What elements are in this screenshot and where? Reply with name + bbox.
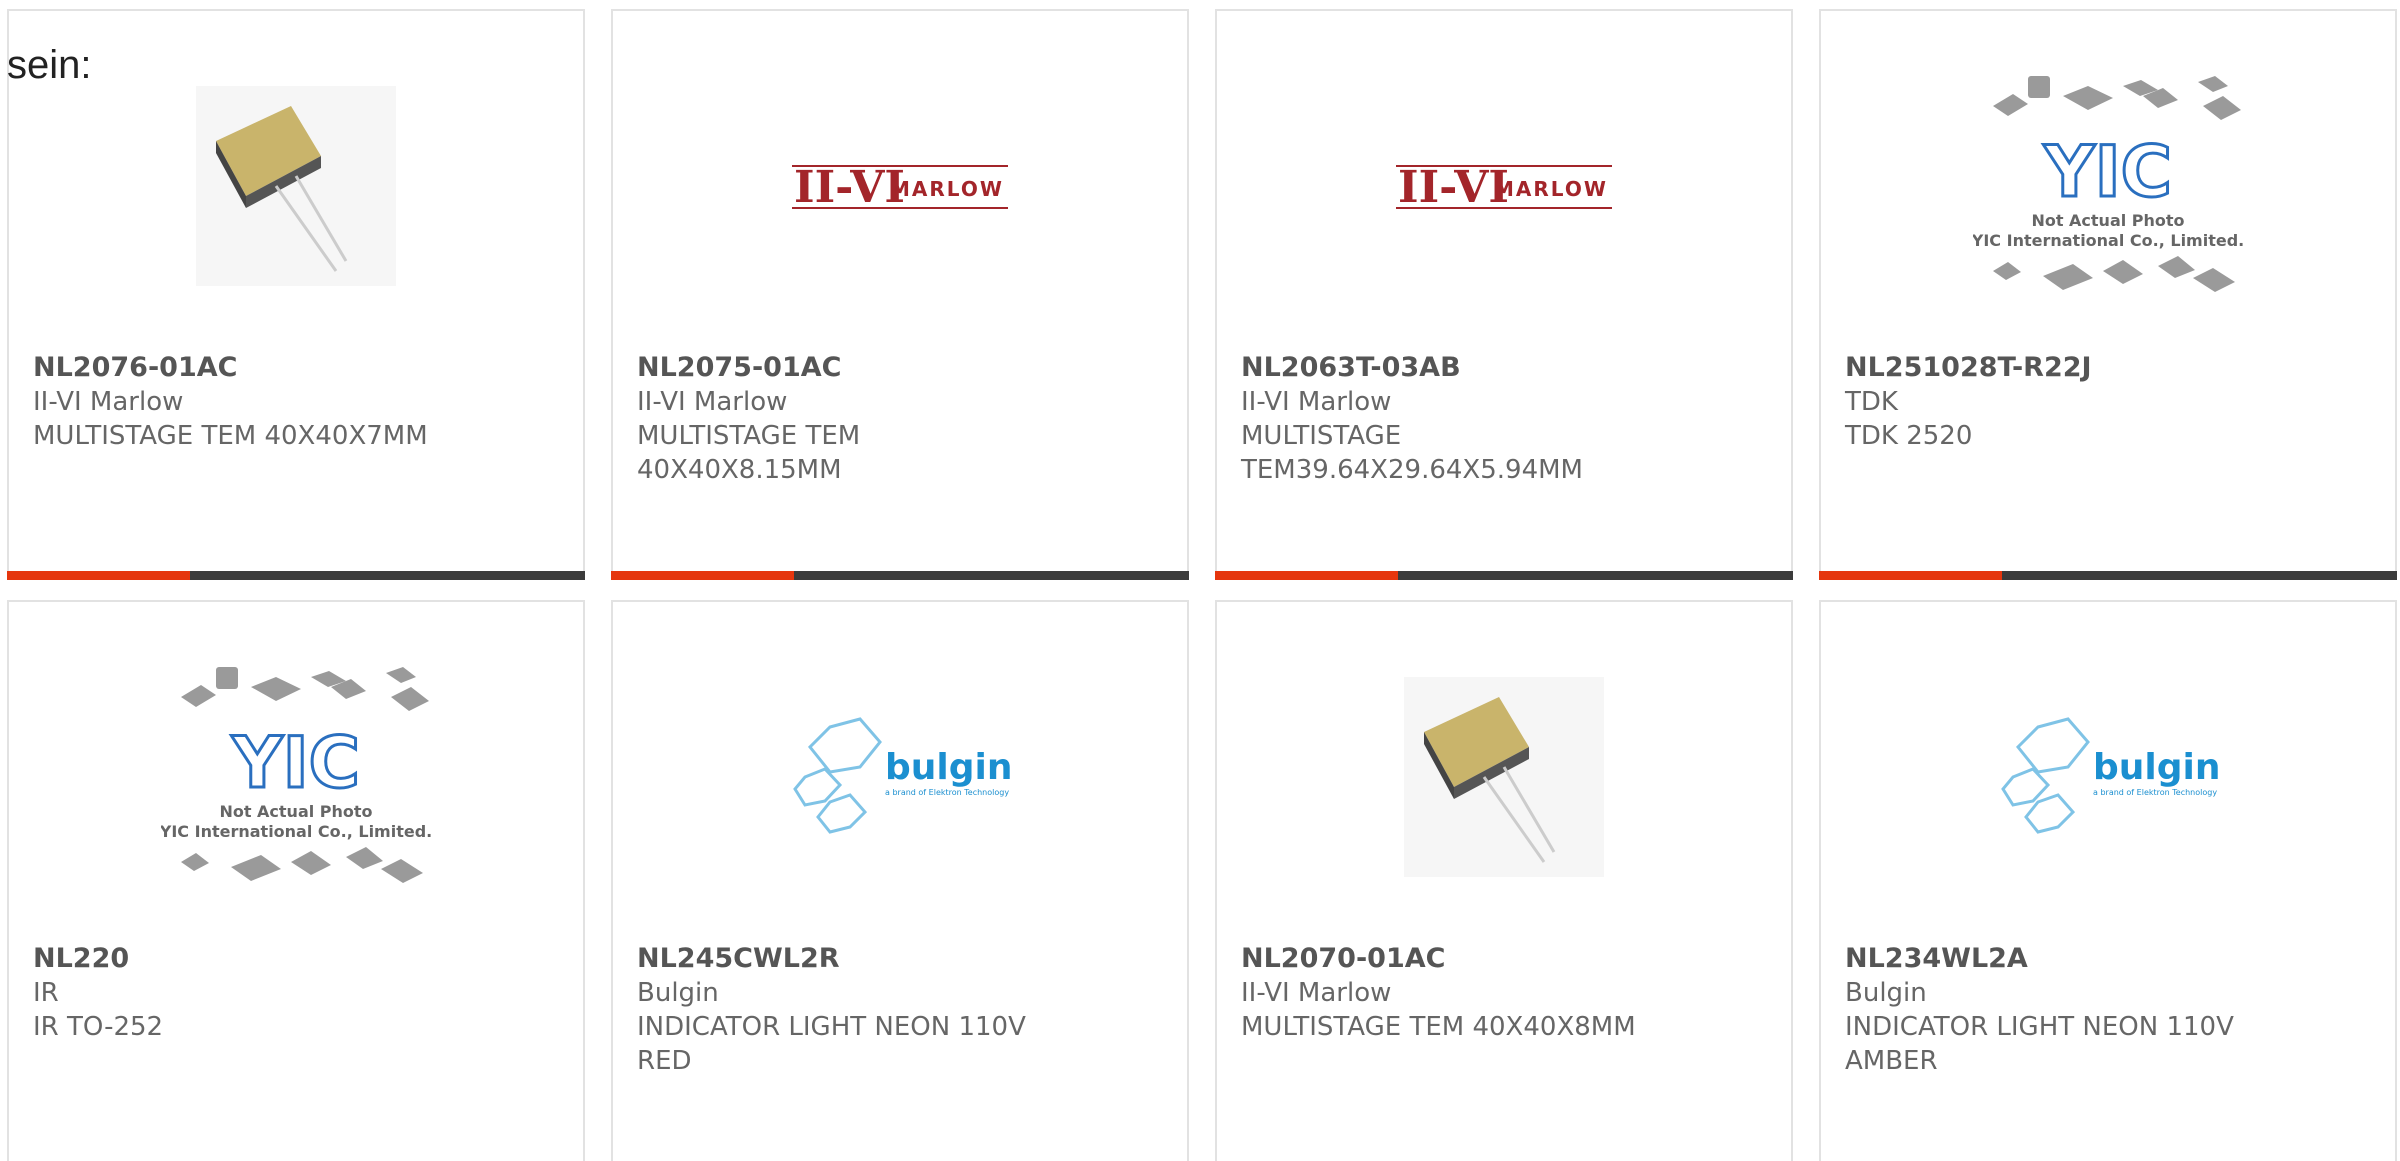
svg-text:Not Actual Photo: Not Actual Photo bbox=[219, 802, 372, 821]
card-bar bbox=[611, 571, 1189, 580]
yic-placeholder-icon: YIC Not Actual Photo YIC International C… bbox=[161, 667, 431, 883]
svg-text:bulgin: bulgin bbox=[2093, 747, 2218, 788]
description: MULTISTAGE TEM 40X40X7MM bbox=[33, 421, 428, 451]
product-info: NL251028T-R22J TDK TDK 2520 bbox=[1845, 351, 2371, 453]
card-bar bbox=[1819, 571, 2397, 580]
svg-text:a brand of Elektron Technology: a brand of Elektron Technology bbox=[2093, 788, 2217, 797]
product-grid-page: sein: NL2076-01AC II-VI Marlow MULTISTAG… bbox=[0, 0, 2400, 1161]
description: MULTISTAGE TEM 40X40X8MM bbox=[1241, 1012, 1636, 1042]
part-number[interactable]: NL251028T-R22J bbox=[1845, 351, 2371, 385]
part-number[interactable]: NL2063T-03AB bbox=[1241, 351, 1767, 385]
part-number[interactable]: NL245CWL2R bbox=[637, 942, 1163, 976]
description: INDICATOR LIGHT NEON 110V RED bbox=[637, 1012, 1026, 1076]
product-card[interactable]: YIC Not Actual Photo YIC International C… bbox=[7, 600, 585, 1161]
svg-text:YIC: YIC bbox=[2043, 131, 2172, 213]
product-card[interactable]: NL2076-01AC II-VI Marlow MULTISTAGE TEM … bbox=[7, 9, 585, 580]
svg-text:a brand of Elektron Technology: a brand of Elektron Technology bbox=[885, 788, 1009, 797]
svg-text:MARLOW: MARLOW bbox=[1494, 177, 1608, 201]
product-image[interactable]: II-VI MARLOW bbox=[1217, 71, 1791, 301]
description: TDK 2520 bbox=[1845, 421, 1973, 451]
description: MULTISTAGE TEM39.64X29.64X5.94MM bbox=[1241, 421, 1583, 485]
part-number[interactable]: NL2076-01AC bbox=[33, 351, 559, 385]
yic-placeholder-icon: YIC Not Actual Photo YIC International C… bbox=[1973, 76, 2243, 292]
bulgin-logo-icon: bulgin a brand of Elektron Technology bbox=[793, 717, 1010, 834]
manufacturer: IR bbox=[33, 978, 59, 1008]
product-image[interactable]: YIC Not Actual Photo YIC International C… bbox=[9, 662, 583, 892]
description: IR TO-252 bbox=[33, 1012, 164, 1042]
svg-text:YIC International Co., Limited: YIC International Co., Limited. bbox=[161, 822, 431, 841]
product-card[interactable]: NL2070-01AC II-VI Marlow MULTISTAGE TEM … bbox=[1215, 600, 1793, 1161]
product-image[interactable] bbox=[9, 71, 583, 301]
lead-text: sein: bbox=[7, 43, 92, 87]
product-info: NL2076-01AC II-VI Marlow MULTISTAGE TEM … bbox=[33, 351, 559, 453]
part-number[interactable]: NL2075-01AC bbox=[637, 351, 1163, 385]
card-bar-accent bbox=[1819, 571, 2002, 580]
product-info: NL2070-01AC II-VI Marlow MULTISTAGE TEM … bbox=[1241, 942, 1767, 1044]
manufacturer: II-VI Marlow bbox=[637, 387, 788, 417]
manufacturer: II-VI Marlow bbox=[33, 387, 184, 417]
ii-vi-marlow-logo-icon: II-VI MARLOW bbox=[1396, 162, 1612, 213]
part-number[interactable]: NL234WL2A bbox=[1845, 942, 2371, 976]
product-image[interactable]: bulgin a brand of Elektron Technology bbox=[1821, 662, 2395, 892]
card-bar bbox=[1215, 571, 1793, 580]
svg-text:YIC International Co., Limited: YIC International Co., Limited. bbox=[1973, 231, 2243, 250]
svg-text:II-VI: II-VI bbox=[1398, 162, 1509, 213]
part-number[interactable]: NL220 bbox=[33, 942, 559, 976]
product-info: NL220 IR IR TO-252 bbox=[33, 942, 559, 1044]
manufacturer: Bulgin bbox=[637, 978, 719, 1008]
manufacturer: II-VI Marlow bbox=[1241, 978, 1392, 1008]
tec-module-icon bbox=[196, 86, 396, 286]
product-info: NL2063T-03AB II-VI Marlow MULTISTAGE TEM3… bbox=[1241, 351, 1767, 487]
svg-text:MARLOW: MARLOW bbox=[890, 177, 1004, 201]
description: MULTISTAGE TEM 40X40X8.15MM bbox=[637, 421, 861, 485]
product-image[interactable]: YIC Not Actual Photo YIC International C… bbox=[1821, 71, 2395, 301]
svg-text:YIC: YIC bbox=[231, 722, 360, 804]
product-image[interactable] bbox=[1217, 662, 1791, 892]
manufacturer: Bulgin bbox=[1845, 978, 1927, 1008]
svg-text:bulgin: bulgin bbox=[885, 747, 1010, 788]
manufacturer: TDK bbox=[1845, 387, 1898, 417]
ii-vi-marlow-logo-icon: II-VI MARLOW bbox=[792, 162, 1008, 213]
card-bar-accent bbox=[611, 571, 794, 580]
description: INDICATOR LIGHT NEON 110V AMBER bbox=[1845, 1012, 2234, 1076]
svg-text:Not Actual Photo: Not Actual Photo bbox=[2031, 211, 2184, 230]
card-bar-accent bbox=[1215, 571, 1398, 580]
product-image[interactable]: II-VI MARLOW bbox=[613, 71, 1187, 301]
product-card[interactable]: II-VI MARLOW NL2063T-03AB II-VI Marlow M… bbox=[1215, 9, 1793, 580]
tec-module-icon bbox=[1404, 677, 1604, 877]
bulgin-logo-icon: bulgin a brand of Elektron Technology bbox=[2001, 717, 2218, 834]
product-info: NL234WL2A Bulgin INDICATOR LIGHT NEON 11… bbox=[1845, 942, 2371, 1078]
product-info: NL2075-01AC II-VI Marlow MULTISTAGE TEM 4… bbox=[637, 351, 1163, 487]
product-info: NL245CWL2R Bulgin INDICATOR LIGHT NEON 1… bbox=[637, 942, 1163, 1078]
card-bar bbox=[7, 571, 585, 580]
svg-text:II-VI: II-VI bbox=[794, 162, 905, 213]
product-card[interactable]: II-VI MARLOW NL2075-01AC II-VI Marlow MU… bbox=[611, 9, 1189, 580]
product-image[interactable]: bulgin a brand of Elektron Technology bbox=[613, 662, 1187, 892]
product-card[interactable]: bulgin a brand of Elektron Technology NL… bbox=[1819, 600, 2397, 1161]
part-number[interactable]: NL2070-01AC bbox=[1241, 942, 1767, 976]
product-card[interactable]: YIC Not Actual Photo YIC International C… bbox=[1819, 9, 2397, 580]
card-bar-accent bbox=[7, 571, 190, 580]
manufacturer: II-VI Marlow bbox=[1241, 387, 1392, 417]
product-card[interactable]: bulgin a brand of Elektron Technology NL… bbox=[611, 600, 1189, 1161]
